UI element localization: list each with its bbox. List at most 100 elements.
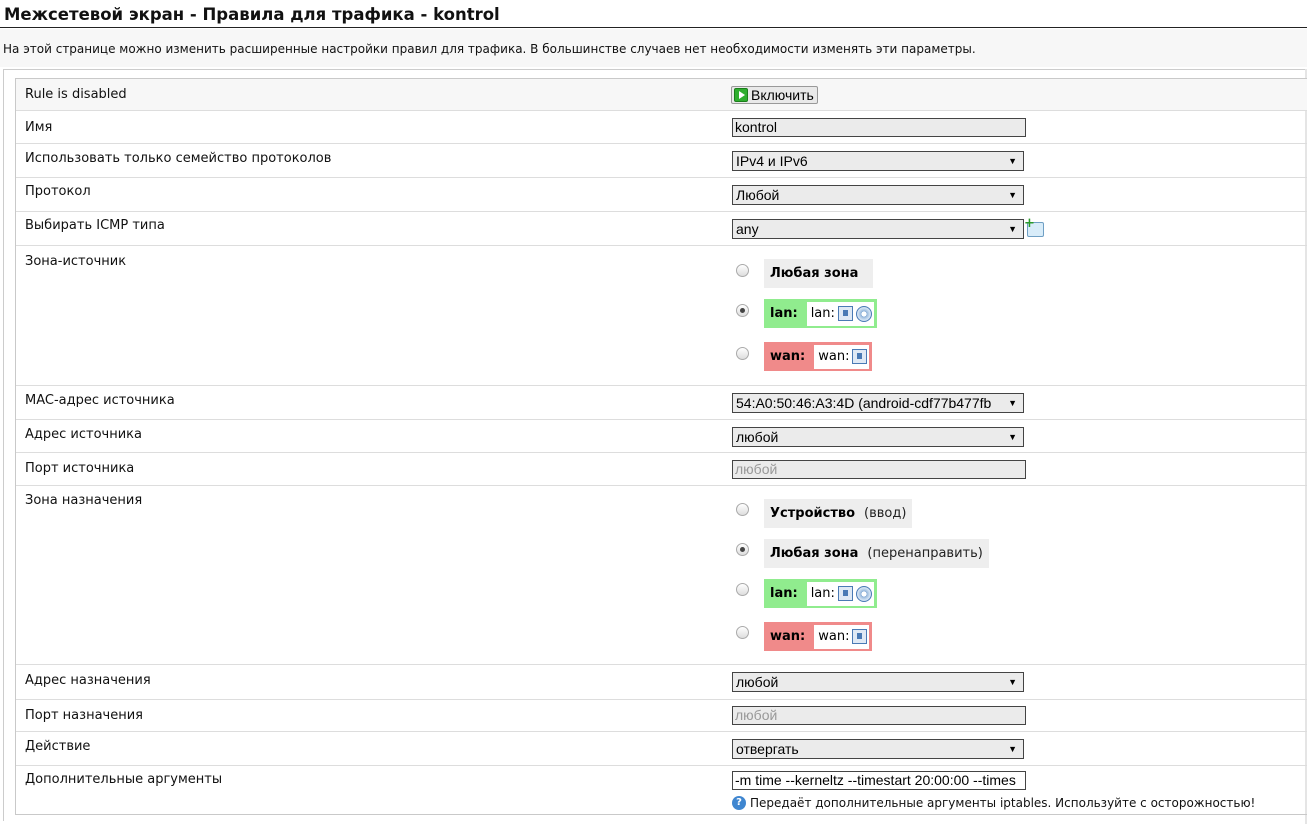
chevron-down-icon: ▼	[1008, 398, 1017, 408]
source-zone-wan-label: wan:	[770, 349, 806, 364]
row-destination-port: Порт назначения любой	[16, 700, 1307, 732]
chevron-down-icon: ▼	[1008, 156, 1017, 166]
source-port-label: Порт источника	[25, 461, 135, 476]
destination-zone-lan[interactable]: lan: lan:	[764, 579, 877, 608]
destination-wan-interfaces: wan:	[814, 624, 870, 649]
wifi-icon	[855, 585, 872, 602]
source-zone-lan[interactable]: lan: lan:	[764, 299, 877, 328]
destination-lan-interfaces: lan:	[806, 581, 874, 606]
source-zone-any-label: Любая зона	[770, 266, 859, 281]
source-wan-iface-label: wan:	[818, 349, 850, 364]
chevron-down-icon: ▼	[1008, 224, 1017, 234]
extra-arguments-label: Дополнительные аргументы	[25, 772, 223, 787]
protocol-select[interactable]: Любой ▼	[732, 185, 1024, 205]
source-address-select-value: любой	[736, 429, 779, 445]
chevron-down-icon: ▼	[1008, 677, 1017, 687]
extra-arguments-help: ? Передаёт дополнительные аргументы ipta…	[732, 796, 1255, 810]
destination-address-label: Адрес назначения	[25, 673, 151, 688]
play-icon	[734, 88, 748, 102]
source-wan-interfaces: wan:	[814, 344, 870, 369]
wifi-icon	[855, 305, 872, 322]
destination-zone-lan-label: lan:	[770, 586, 798, 601]
rule-form: Rule is disabled Включить Имя kontrol Ис…	[15, 78, 1307, 815]
row-source-port: Порт источника любой	[16, 453, 1307, 486]
family-label: Использовать только семейство протоколов	[25, 151, 332, 166]
destination-zone-device-label: Устройство	[770, 506, 856, 521]
destination-zone-device-note: (ввод)	[864, 506, 907, 521]
source-zone-wan[interactable]: wan: wan:	[764, 342, 873, 371]
source-zone-lan-label: lan:	[770, 306, 798, 321]
destination-port-input[interactable]: любой	[732, 706, 1026, 725]
source-zone-lan-radio[interactable]	[736, 304, 749, 317]
source-zone-any-radio[interactable]	[736, 264, 749, 277]
source-port-input[interactable]: любой	[732, 460, 1026, 479]
ethernet-icon	[837, 586, 853, 601]
family-select-value: IPv4 и IPv6	[736, 153, 808, 169]
ethernet-icon	[837, 306, 853, 321]
destination-address-select[interactable]: любой ▼	[732, 672, 1024, 692]
destination-zone-any-note: (перенаправить)	[867, 546, 983, 561]
destination-address-select-value: любой	[736, 674, 779, 690]
source-lan-interfaces: lan:	[806, 301, 874, 326]
chevron-down-icon: ▼	[1008, 744, 1017, 754]
source-zone-label: Зона-источник	[25, 254, 127, 269]
destination-zone-wan-label: wan:	[770, 629, 806, 644]
source-address-select[interactable]: любой ▼	[732, 427, 1024, 447]
protocol-select-value: Любой	[736, 187, 780, 203]
destination-zone-wan[interactable]: wan: wan:	[764, 622, 873, 651]
source-lan-iface-label: lan:	[810, 306, 835, 321]
source-mac-label: MAC-адрес источника	[25, 393, 175, 408]
destination-zone-any-radio[interactable]	[736, 543, 749, 556]
protocol-label: Протокол	[25, 184, 91, 199]
destination-port-label: Порт назначения	[25, 708, 143, 723]
destination-zone-wan-radio[interactable]	[736, 626, 749, 639]
row-name: Имя kontrol	[16, 111, 1307, 144]
destination-zone-lan-radio[interactable]	[736, 583, 749, 596]
chevron-down-icon: ▼	[1008, 432, 1017, 442]
destination-zone-any[interactable]: Любая зона (перенаправить)	[764, 539, 989, 568]
icmp-label: Выбирать ICMP типа	[25, 218, 165, 233]
page-title: Межсетевой экран - Правила для трафика -…	[0, 0, 1307, 28]
page-description: На этой странице можно изменить расширен…	[0, 29, 1307, 67]
row-source-address: Адрес источника любой ▼	[16, 420, 1307, 453]
row-source-zone: Зона-источник Любая зона lan: lan: wan: …	[16, 246, 1307, 386]
name-input[interactable]: kontrol	[732, 118, 1026, 137]
source-mac-select[interactable]: 54:A0:50:46:A3:4D (android-cdf77b477fb ▼	[732, 393, 1024, 413]
row-icmp: Выбирать ICMP типа any ▼	[16, 212, 1307, 246]
row-source-mac: MAC-адрес источника 54:A0:50:46:A3:4D (a…	[16, 386, 1307, 420]
name-label: Имя	[25, 120, 53, 135]
source-address-label: Адрес источника	[25, 427, 142, 442]
destination-wan-iface-label: wan:	[818, 629, 850, 644]
extra-arguments-input[interactable]: -m time --kerneltz --timestart 20:00:00 …	[732, 771, 1026, 790]
enable-button[interactable]: Включить	[731, 86, 818, 104]
extra-arguments-help-text: Передаёт дополнительные аргументы iptabl…	[750, 796, 1256, 810]
source-mac-select-value: 54:A0:50:46:A3:4D (android-cdf77b477fb	[736, 395, 992, 411]
row-rule-status: Rule is disabled Включить	[16, 79, 1307, 111]
destination-lan-iface-label: lan:	[810, 586, 835, 601]
icmp-select[interactable]: any ▼	[732, 219, 1024, 239]
chevron-down-icon: ▼	[1008, 190, 1017, 200]
icmp-select-value: any	[736, 221, 759, 237]
rule-status-label: Rule is disabled	[25, 87, 127, 102]
ethernet-icon	[852, 349, 868, 364]
row-protocol: Протокол Любой ▼	[16, 178, 1307, 212]
destination-zone-label: Зона назначения	[25, 493, 143, 508]
row-extra-arguments: Дополнительные аргументы -m time --kerne…	[16, 766, 1307, 816]
family-select[interactable]: IPv4 и IPv6 ▼	[732, 151, 1024, 171]
source-zone-wan-radio[interactable]	[736, 347, 749, 360]
enable-button-label: Включить	[751, 87, 814, 103]
help-icon: ?	[732, 796, 746, 810]
row-destination-zone: Зона назначения Устройство (ввод) Любая …	[16, 486, 1307, 665]
destination-zone-device-radio[interactable]	[736, 503, 749, 516]
row-action: Действие отвергать ▼	[16, 732, 1307, 766]
action-label: Действие	[25, 739, 91, 754]
destination-zone-any-label: Любая зона	[770, 546, 859, 561]
row-destination-address: Адрес назначения любой ▼	[16, 665, 1307, 700]
source-zone-any[interactable]: Любая зона	[764, 259, 874, 288]
add-icon[interactable]	[1024, 216, 1044, 237]
destination-zone-device[interactable]: Устройство (ввод)	[764, 499, 913, 528]
action-select-value: отвергать	[736, 741, 799, 757]
ethernet-icon	[852, 629, 868, 644]
row-family: Использовать только семейство протоколов…	[16, 144, 1307, 178]
action-select[interactable]: отвергать ▼	[732, 739, 1024, 759]
